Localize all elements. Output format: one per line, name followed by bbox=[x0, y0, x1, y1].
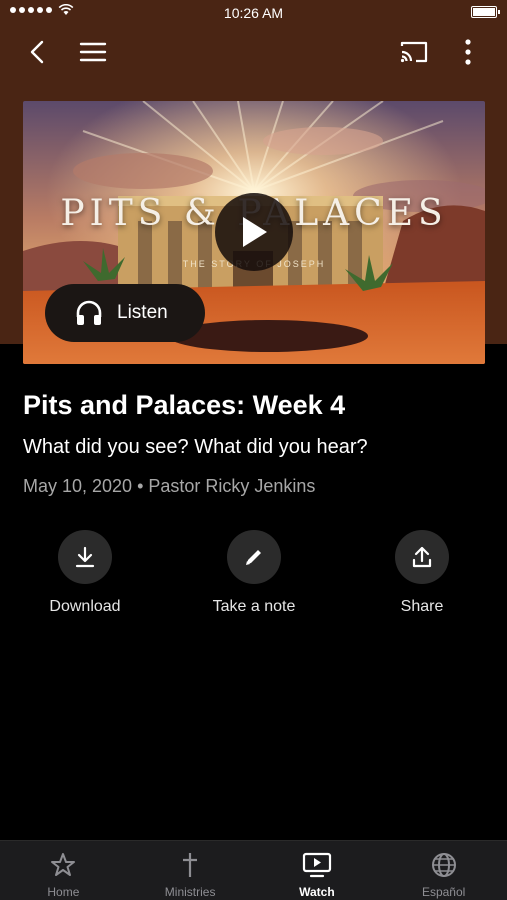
back-button[interactable] bbox=[22, 36, 54, 68]
take-note-label: Take a note bbox=[212, 598, 296, 615]
share-circle bbox=[395, 530, 449, 584]
battery-icon bbox=[471, 6, 500, 18]
tab-home-label: Home bbox=[47, 885, 80, 899]
share-button[interactable]: Share bbox=[352, 530, 492, 616]
download-button[interactable]: Download bbox=[15, 530, 155, 616]
nav-bar bbox=[0, 30, 507, 74]
sermon-description: What did you see? What did you hear? bbox=[23, 436, 368, 458]
globe-icon bbox=[431, 853, 456, 877]
listen-button[interactable]: Listen bbox=[45, 284, 205, 342]
pencil-icon bbox=[246, 550, 261, 565]
tv-play-icon bbox=[302, 852, 331, 878]
tab-watch[interactable]: Watch bbox=[254, 841, 381, 900]
status-time: 10:26 AM bbox=[223, 5, 284, 21]
status-bar: 10:26 AM bbox=[0, 0, 507, 26]
download-circle bbox=[58, 530, 112, 584]
more-button[interactable] bbox=[452, 36, 484, 68]
chevron-left-icon bbox=[30, 40, 44, 64]
more-vertical-icon bbox=[465, 39, 471, 65]
hamburger-icon bbox=[79, 42, 107, 62]
take-note-button[interactable]: Take a note bbox=[184, 530, 324, 616]
download-icon bbox=[75, 546, 95, 568]
sermon-meta: May 10, 2020 • Pastor Ricky Jenkins bbox=[23, 476, 316, 496]
tab-espanol-label: Español bbox=[421, 885, 466, 899]
cross-icon bbox=[183, 853, 198, 877]
star-icon bbox=[51, 853, 76, 876]
tab-ministries[interactable]: Ministries bbox=[127, 841, 254, 900]
tab-home[interactable]: Home bbox=[0, 841, 127, 900]
tab-ministries-label: Ministries bbox=[164, 885, 216, 899]
play-icon bbox=[243, 217, 267, 247]
download-label: Download bbox=[49, 598, 121, 615]
sermon-artwork[interactable]: PITS & PALACES THE STORY OF JOSEPH Liste… bbox=[23, 101, 485, 364]
listen-label: Listen bbox=[117, 302, 168, 323]
sermon-title: Pits and Palaces: Week 4 bbox=[23, 390, 346, 420]
tab-bar: Home Ministries Watch Español bbox=[0, 840, 507, 900]
headphones-icon bbox=[76, 300, 102, 325]
cast-button[interactable] bbox=[398, 36, 430, 68]
tab-watch-label: Watch bbox=[299, 885, 335, 899]
share-icon bbox=[412, 546, 432, 568]
take-note-circle bbox=[227, 530, 281, 584]
menu-button[interactable] bbox=[77, 36, 109, 68]
tab-espanol[interactable]: Español bbox=[380, 841, 507, 900]
share-label: Share bbox=[400, 598, 444, 615]
play-button[interactable] bbox=[215, 193, 293, 271]
cast-icon bbox=[400, 41, 428, 63]
